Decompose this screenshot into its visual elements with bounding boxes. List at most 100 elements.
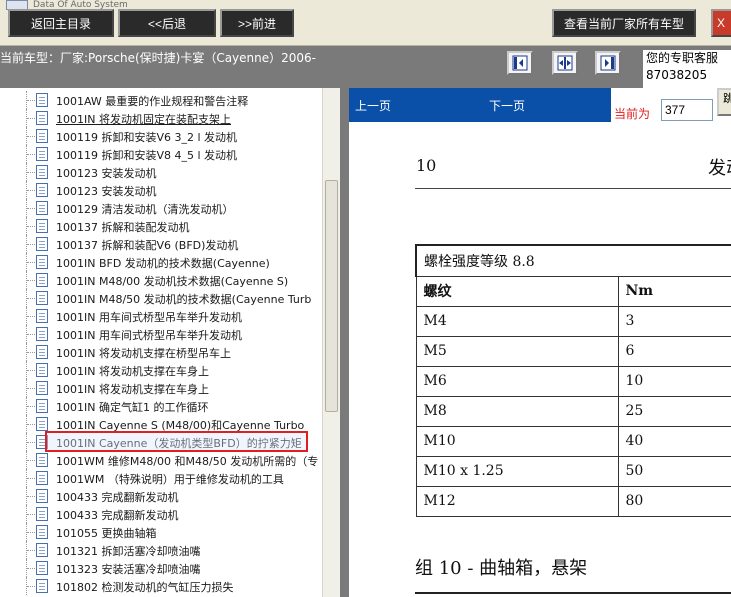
chapter-number: 10	[416, 156, 437, 175]
tree-connector-branch	[27, 424, 35, 425]
document-icon	[36, 417, 48, 431]
tree-item[interactable]: 1001IN M48/00 发动机技术数据(Cayenne S)	[0, 271, 322, 289]
go-page-button[interactable]: 跳	[717, 88, 731, 116]
next-page-link[interactable]: 下一页	[489, 97, 525, 114]
tree-item[interactable]: 1001IN 用车间式桥型吊车举升发动机	[0, 325, 322, 343]
header-nm: Nm	[617, 275, 731, 307]
thread-cell: M4	[415, 305, 619, 337]
tree-item[interactable]: 1001IN 将发动机支撑在车身上	[0, 379, 322, 397]
tree-connector-branch	[27, 568, 35, 569]
back-to-main-button[interactable]: 返回主目录	[8, 9, 114, 37]
torque-cell: 6	[617, 335, 731, 367]
tree-item-label: 101055 更换曲轴箱	[56, 527, 157, 540]
tree-item[interactable]: 1001WM 维修M48/00 和M48/50 发动机所需的（专	[0, 451, 322, 469]
document-icon	[36, 201, 48, 215]
document-icon	[36, 129, 48, 143]
thread-cell: M5	[415, 335, 619, 367]
tree-item[interactable]: 1001IN 将发动机固定在装配支架上	[0, 109, 322, 127]
document-icon	[36, 219, 48, 233]
tree-item[interactable]: 1001IN 用车间式桥型吊车举升发动机	[0, 307, 322, 325]
tree-item[interactable]: 1001IN 将发动机支撑在车身上	[0, 361, 322, 379]
pane-splitter[interactable]	[340, 88, 349, 597]
tree-item[interactable]: 101321 拆卸活塞冷却喷油嘴	[0, 541, 322, 559]
page-number-input[interactable]	[661, 99, 713, 121]
info-bar: 当前车型：厂家:Porsche(保时捷)卡宴（Cayenne）2006- 您的专…	[0, 46, 731, 88]
panel-right-icon	[600, 55, 616, 71]
tree-item-label: 101802 检测发动机的气缸压力损失	[56, 581, 234, 594]
tree-item-label: 100119 拆卸和安装V8 4_5 l 发动机	[56, 149, 238, 162]
tree-item-label: 100119 拆卸和安装V6 3_2 l 发动机	[56, 131, 238, 144]
tree-connector-branch	[27, 190, 35, 191]
tree-scroll-thumb[interactable]	[325, 180, 338, 412]
thread-cell: M6	[415, 365, 619, 397]
tree-item[interactable]: 1001IN 确定气缸1 的工作循环	[0, 397, 322, 415]
torque-table: 螺栓强度等级 8.8 螺纹 Nm M4 3 M5 6 M6 10 M8 25 M10 40 M10 …	[415, 244, 731, 517]
service-label: 您的专职客服	[646, 51, 719, 65]
tree-connector-branch	[27, 388, 35, 389]
tree-item[interactable]: 100137 拆解和装配V6 (BFD)发动机	[0, 235, 322, 253]
tree-connector-branch	[27, 316, 35, 317]
section-title: 组 10 - 曲轴箱，悬架	[415, 558, 588, 579]
torque-cell: 10	[617, 365, 731, 397]
tree-item[interactable]: 100123 安装发动机	[0, 163, 322, 181]
tree-connector-branch	[27, 100, 35, 101]
document-icon	[36, 93, 48, 107]
torque-cell: 80	[617, 485, 731, 517]
tree-item[interactable]: 100137 拆解和装配发动机	[0, 217, 322, 235]
tree-connector-branch	[27, 496, 35, 497]
catalog-tree: 1001AW 最重要的作业规程和警告注释 1001IN 将发动机固定在装配支架上 1…	[0, 88, 322, 597]
tree-connector-branch	[27, 262, 35, 263]
panel-left-icon	[512, 55, 528, 71]
close-button[interactable]: X	[711, 9, 731, 37]
table-row: M8 25	[415, 395, 731, 427]
table-row: M6 10	[415, 365, 731, 397]
forward-button[interactable]: >>前进	[220, 9, 294, 37]
back-button[interactable]: <<后退	[118, 9, 216, 37]
tree-item-label: 100433 完成翻新发动机	[56, 509, 179, 522]
tree-connector-branch	[27, 532, 35, 533]
all-models-button[interactable]: 查看当前厂家所有车型	[552, 9, 696, 37]
tree-item[interactable]: 100119 拆卸和安装V6 3_2 l 发动机	[0, 127, 322, 145]
current-page-label: 当前为	[614, 107, 651, 121]
document-icon	[36, 309, 48, 323]
tree-item[interactable]: 101802 检测发动机的气缸压力损失	[0, 577, 322, 595]
torque-cell: 25	[617, 395, 731, 427]
header-thread: 螺纹	[415, 275, 619, 307]
tree-item[interactable]: 1001WM （特殊说明）用于维修发动机的工具	[0, 469, 322, 487]
document-icon	[36, 237, 48, 251]
tree-item[interactable]: 1001AW 最重要的作业规程和警告注释	[0, 91, 322, 109]
tree-item-label: 1001IN 将发动机支撑在车身上	[56, 365, 209, 378]
tree-connector-branch	[27, 586, 35, 587]
document-icon	[36, 543, 48, 557]
document-icon	[36, 327, 48, 341]
prev-page-link[interactable]: 上一页	[355, 97, 391, 114]
tree-item[interactable]: 1001IN M48/50 发动机的技术数据(Cayenne Turb	[0, 289, 322, 307]
tree-item-label: 1001IN 用车间式桥型吊车举升发动机	[56, 311, 242, 324]
document-icon	[36, 381, 48, 395]
tree-item[interactable]: 101055 更换曲轴箱	[0, 523, 322, 541]
current-page-box: 当前为 跳	[611, 88, 731, 122]
tree-item[interactable]: 1001IN 将发动机支撑在桥型吊车上	[0, 343, 322, 361]
tree-connector-branch	[27, 154, 35, 155]
tree-item[interactable]: 1001IN BFD 发动机的技术数据(Cayenne)	[0, 253, 322, 271]
layout-left-button[interactable]	[507, 51, 533, 75]
tree-scrollbar[interactable]	[322, 88, 340, 597]
table-header-row: 螺纹 Nm	[415, 275, 731, 307]
tree-item[interactable]: 100123 安装发动机	[0, 181, 322, 199]
layout-right-button[interactable]	[595, 51, 621, 75]
tree-item[interactable]: 101323 安装活塞冷却喷油嘴	[0, 559, 322, 577]
tree-item[interactable]: 100119 拆卸和安装V8 4_5 l 发动机	[0, 145, 322, 163]
tree-item[interactable]: 100433 完成翻新发动机	[0, 487, 322, 505]
tree-item[interactable]: 100433 完成翻新发动机	[0, 505, 322, 523]
catalog-tree-pane: 1001AW 最重要的作业规程和警告注释 1001IN 将发动机固定在装配支架上 1…	[0, 88, 340, 597]
thread-cell: M10 x 1.25	[415, 455, 619, 487]
layout-split-button[interactable]	[552, 51, 578, 75]
tree-item-label: 100433 完成翻新发动机	[56, 491, 179, 504]
tree-connector-branch	[27, 442, 35, 443]
document-icon	[36, 273, 48, 287]
tree-item-label: 1001IN M48/00 发动机技术数据(Cayenne S)	[56, 275, 289, 288]
document-icon	[36, 183, 48, 197]
tree-item[interactable]: 100129 清洁发动机（清洗发动机）	[0, 199, 322, 217]
tree-connector-branch	[27, 298, 35, 299]
tree-connector-branch	[27, 208, 35, 209]
